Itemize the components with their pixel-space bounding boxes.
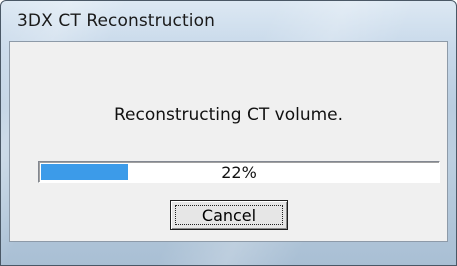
title-bar[interactable]: 3DX CT Reconstruction: [1, 1, 456, 41]
window-bottom-frame: [1, 241, 456, 265]
progress-bar: 22%: [38, 161, 440, 183]
dialog-client-area: Reconstructing CT volume. 22% Cancel: [9, 41, 448, 242]
status-message: Reconstructing CT volume.: [113, 105, 344, 125]
dialog-window: 3DX CT Reconstruction Reconstructing CT …: [0, 0, 457, 266]
cancel-button[interactable]: Cancel: [170, 200, 288, 230]
cancel-button-label: Cancel: [201, 206, 257, 225]
progress-percent: 22%: [221, 163, 257, 182]
window-title: 3DX CT Reconstruction: [17, 11, 215, 31]
